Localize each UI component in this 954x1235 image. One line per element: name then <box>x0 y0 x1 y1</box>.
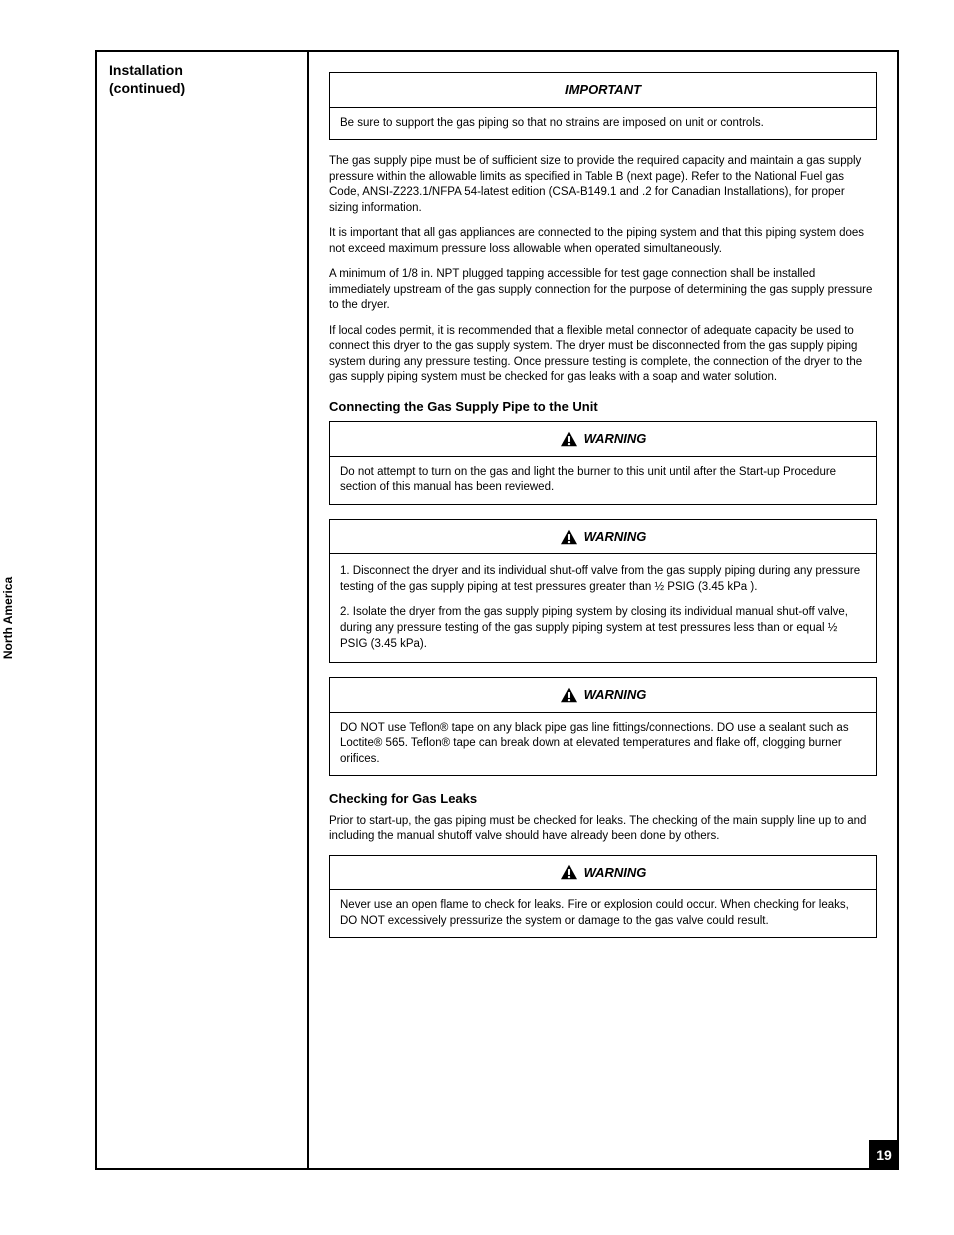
warning-label-2: WARNING <box>584 528 647 546</box>
leak-heading: Checking for Gas Leaks <box>329 790 877 808</box>
warning-2-item-1: 1. Disconnect the dryer and its individu… <box>340 564 866 595</box>
warning-box-1: WARNING Do not attempt to turn on the ga… <box>329 421 877 505</box>
warning-icon <box>560 687 578 703</box>
important-header: IMPORTANT <box>330 73 876 108</box>
warning-body-2: 1. Disconnect the dryer and its individu… <box>330 554 876 662</box>
warning-icon <box>560 529 578 545</box>
warning-header-1: WARNING <box>330 422 876 457</box>
warning-label-4: WARNING <box>584 864 647 882</box>
page-frame: Installation (continued) IMPORTANT Be su… <box>95 50 899 1170</box>
leak-paragraph: Prior to start-up, the gas piping must b… <box>329 814 877 845</box>
warning-label-1: WARNING <box>584 430 647 448</box>
paragraph-3: A minimum of 1/8 in. NPT plugged tapping… <box>329 267 877 314</box>
warning-box-4: WARNING Never use an open flame to check… <box>329 855 877 939</box>
warning-label-3: WARNING <box>584 686 647 704</box>
warning-icon <box>560 431 578 447</box>
sidebar: Installation (continued) <box>97 52 309 1168</box>
paragraph-2: It is important that all gas appliances … <box>329 226 877 257</box>
side-region-tag: North America <box>1 576 15 658</box>
sidebar-title: Installation <box>109 62 295 78</box>
important-body: Be sure to support the gas piping so tha… <box>330 108 876 140</box>
warning-header-3: WARNING <box>330 678 876 713</box>
warning-icon <box>560 864 578 880</box>
warning-header-2: WARNING <box>330 520 876 555</box>
sidebar-subtitle: (continued) <box>109 80 295 96</box>
connecting-heading: Connecting the Gas Supply Pipe to the Un… <box>329 398 877 416</box>
warning-body-1: Do not attempt to turn on the gas and li… <box>330 457 876 504</box>
warning-2-item-2: 2. Isolate the dryer from the gas supply… <box>340 605 866 652</box>
warning-box-3: WARNING DO NOT use Teflon® tape on any b… <box>329 677 877 776</box>
warning-body-4: Never use an open flame to check for lea… <box>330 890 876 937</box>
warning-header-4: WARNING <box>330 856 876 891</box>
warning-box-2: WARNING 1. Disconnect the dryer and its … <box>329 519 877 663</box>
main-content: IMPORTANT Be sure to support the gas pip… <box>309 52 897 1168</box>
warning-body-3: DO NOT use Teflon® tape on any black pip… <box>330 713 876 776</box>
important-box: IMPORTANT Be sure to support the gas pip… <box>329 72 877 140</box>
paragraph-1: The gas supply pipe must be of sufficien… <box>329 154 877 216</box>
paragraph-4: If local codes permit, it is recommended… <box>329 324 877 386</box>
page-number: 19 <box>869 1140 899 1170</box>
